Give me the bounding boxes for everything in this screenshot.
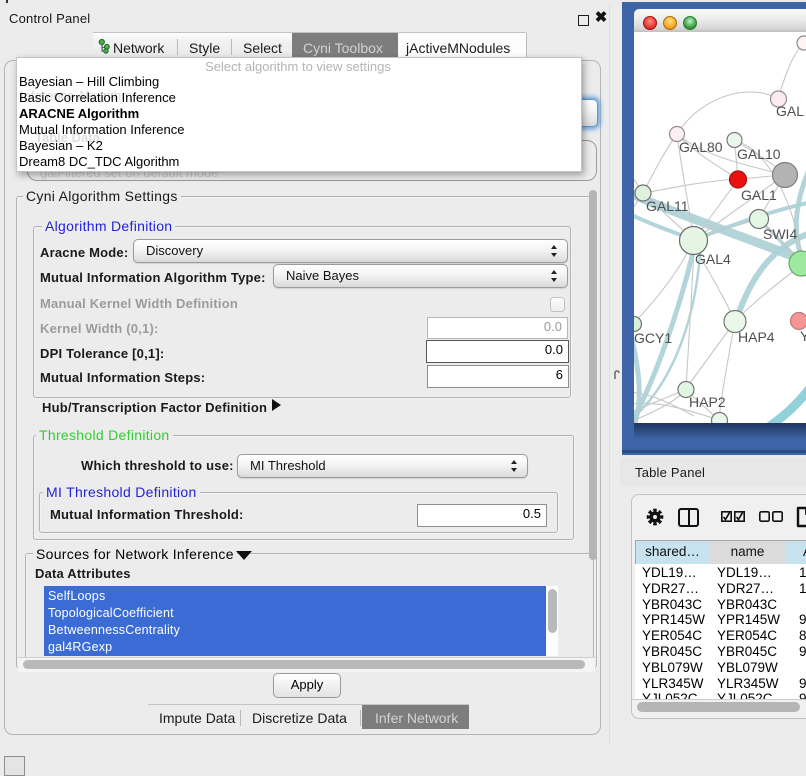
svg-text:GCY1: GCY1 <box>634 330 672 346</box>
svg-text:GAL1: GAL1 <box>741 187 777 203</box>
svg-text:GAL10: GAL10 <box>737 146 781 162</box>
svg-text:HAP4: HAP4 <box>738 329 775 345</box>
svg-text:GAL11: GAL11 <box>646 198 689 214</box>
svg-text:HAP2: HAP2 <box>689 394 726 410</box>
svg-text:GAL: GAL <box>776 103 804 119</box>
svg-text:Y: Y <box>800 328 806 344</box>
svg-text:GAL80: GAL80 <box>679 139 723 155</box>
svg-text:GAL4: GAL4 <box>695 251 731 267</box>
svg-text:SWI4: SWI4 <box>763 226 797 242</box>
